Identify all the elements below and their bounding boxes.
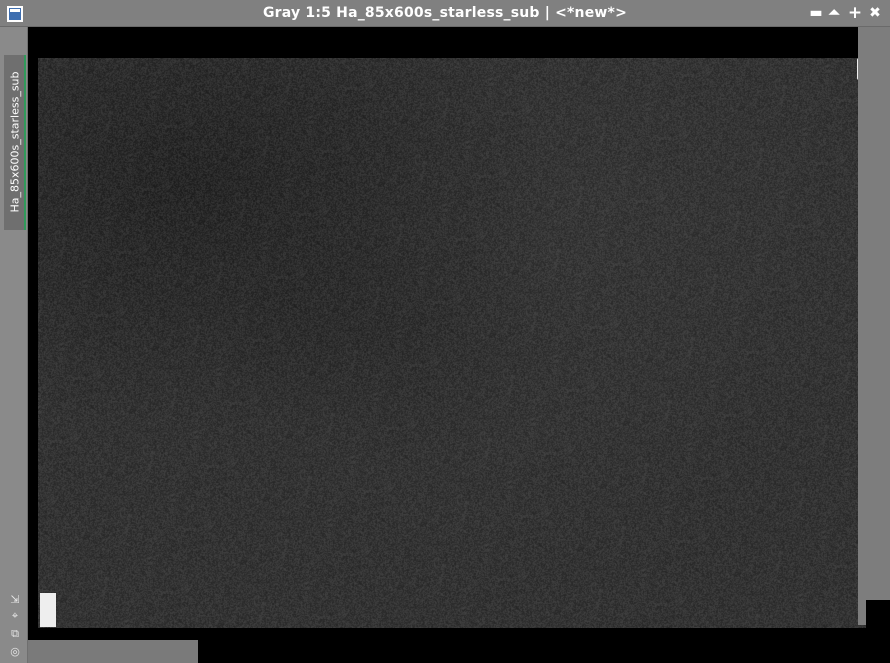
image-viewport[interactable] <box>28 27 890 663</box>
image-noise-texture <box>38 58 869 628</box>
target-icon[interactable]: ◎ <box>8 645 22 659</box>
image-tab[interactable]: Ha_85x600s_starless_sub <box>4 55 26 230</box>
close-icon[interactable]: ✖ <box>867 5 883 21</box>
left-tab-strip: Ha_85x600s_starless_sub ⇲ ⌖ ⧉ ◎ <box>0 27 28 663</box>
maximize-icon[interactable]: + <box>847 5 863 22</box>
bottom-margin <box>28 640 198 663</box>
minimize-icon[interactable]: ▬ <box>808 5 824 21</box>
astro-image[interactable] <box>38 58 869 628</box>
right-bottom-corner <box>866 600 890 663</box>
right-margin <box>858 27 890 625</box>
clone-icon[interactable]: ⧉ <box>8 627 22 641</box>
window-title: Gray 1:5 Ha_85x600s_starless_sub | <*new… <box>262 5 628 21</box>
image-tab-label: Ha_85x600s_starless_sub <box>8 71 22 213</box>
shade-icon[interactable]: ⏶ <box>826 5 842 21</box>
zoom-fit-icon[interactable]: ⇲ <box>8 593 22 607</box>
window-titlebar[interactable]: Gray 1:5 Ha_85x600s_starless_sub | <*new… <box>0 0 890 27</box>
crosshair-icon[interactable]: ⌖ <box>8 609 22 623</box>
horizontal-scroll-handle[interactable] <box>40 593 56 627</box>
